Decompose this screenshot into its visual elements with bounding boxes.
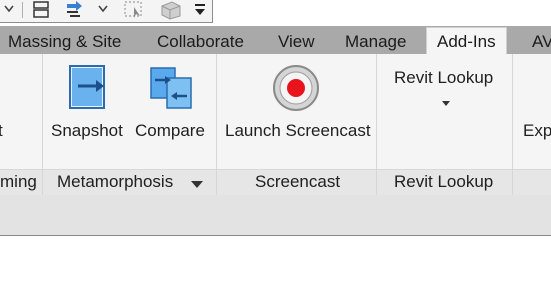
metamorphosis-panel-title: Metamorphosis [57,172,174,191]
panel-footer [513,169,551,196]
compare-button[interactable]: Compare [135,121,205,141]
panel-expand-arrow-icon[interactable] [190,177,204,195]
compare-icon[interactable] [149,66,195,115]
customize-arrow-icon[interactable] [192,0,208,20]
separator [22,2,23,18]
box-3d-icon[interactable] [158,0,184,20]
tab-view[interactable]: View [278,29,315,54]
tab-massing-site[interactable]: Massing & Site [8,29,121,54]
chevron-down-icon[interactable] [96,0,110,20]
snapshot-button[interactable]: Snapshot [51,121,123,141]
cut-off-button-label[interactable]: Exp [523,121,551,141]
tab-manage[interactable]: Manage [345,29,406,54]
sync-icon[interactable] [62,0,90,20]
options-bar [0,195,551,236]
record-icon[interactable] [272,64,320,117]
revit-lookup-panel-title: Revit Lookup [394,172,494,191]
cut-off-button-label[interactable]: t [0,121,3,141]
ribbon-tab-bar: Massing & Site Collaborate View Manage A… [0,26,551,55]
tab-av[interactable]: AV [532,29,551,54]
chevron-down-icon[interactable] [2,0,16,20]
snapshot-icon[interactable] [68,64,110,115]
revit-lookup-dropdown-button[interactable]: Revit Lookup [394,68,493,88]
tab-add-ins[interactable]: Add-Ins [426,27,507,55]
screencast-panel-title: Screencast [255,172,341,191]
dropdown-arrow-icon[interactable] [441,94,451,112]
launch-screencast-button[interactable]: Launch Screencast [225,121,371,141]
quick-access-toolbar [0,0,551,26]
select-region-icon[interactable] [122,0,146,20]
switch-windows-icon[interactable] [30,0,52,20]
quick-access-panel [0,0,213,23]
cut-off-panel-title: ming [0,172,37,191]
tab-collaborate[interactable]: Collaborate [157,29,244,54]
ribbon: t ming Snapshot Compare Metamorphosis La… [0,54,551,196]
drawing-area[interactable] [0,236,551,289]
